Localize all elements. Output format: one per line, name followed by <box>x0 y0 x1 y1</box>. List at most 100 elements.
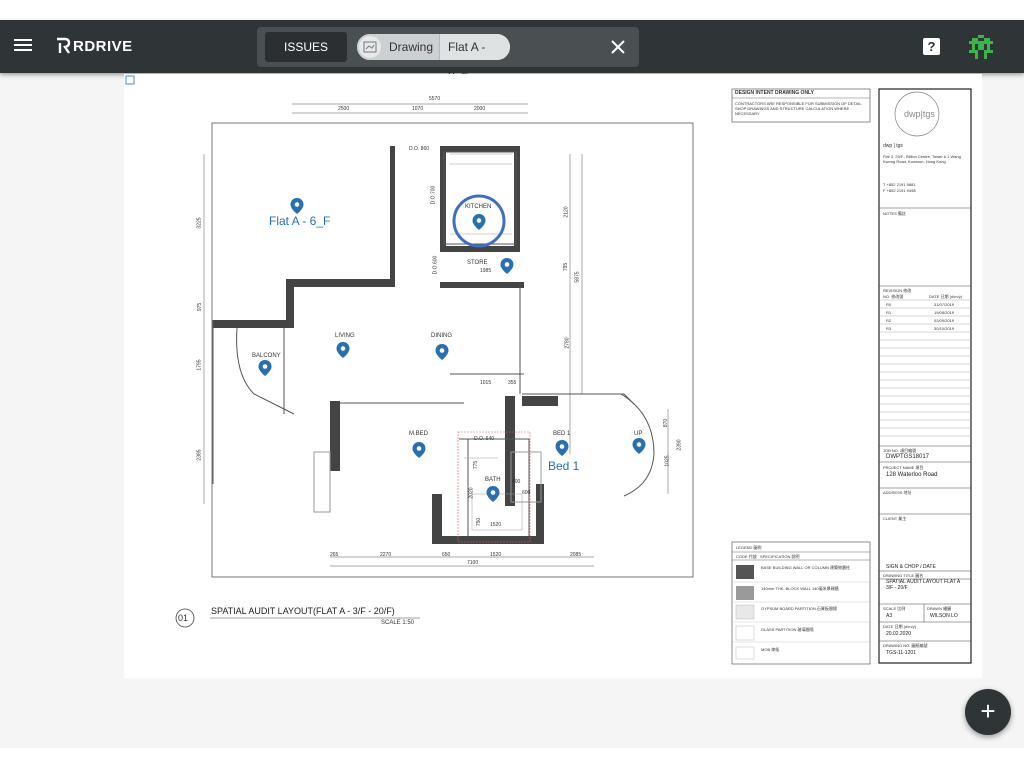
issue-pin-icon[interactable] <box>500 258 514 274</box>
issue-pin-icon[interactable] <box>486 486 500 502</box>
dim-label: 600 <box>512 479 521 485</box>
revision-col-date: DATE 日期 (d/m/y) <box>929 294 963 299</box>
dim-label: 2390 <box>676 439 683 451</box>
dim-label: 265 <box>330 552 339 558</box>
dim-label: 1520 <box>490 552 502 558</box>
note-body: CONTRACTORS ARE RESPONSIBLE FOR SUBMISSI… <box>735 101 862 116</box>
status-strip <box>0 0 1024 20</box>
app-logo-text: RDRIVE <box>73 37 133 55</box>
app-root: RDRIVE ISSUES Drawing Flat A - 6_F ? Fla… <box>0 0 1024 768</box>
room-label-bed1: BED 1 <box>553 431 571 437</box>
chip-label: Drawing <box>389 40 434 54</box>
dim-label: 2085 <box>570 552 582 558</box>
help-icon[interactable]: ? <box>923 38 940 55</box>
legend-col-spec: SPECIFICATION 說明 <box>760 554 800 559</box>
room-label-store: STORE <box>467 260 488 266</box>
dim-label: 355 <box>508 380 517 386</box>
issue-pin-icon[interactable] <box>258 360 272 376</box>
revision-col-no: NO. 修改號 <box>883 294 904 299</box>
drawn-label: DRAWN 繪圖 <box>927 606 952 611</box>
room-label-bath: BATH <box>485 477 501 483</box>
caption-title: SPATIAL AUDIT LAYOUT(FLAT A - 3/F - 20/F… <box>211 606 395 616</box>
drawing-sheet[interactable]: Flat A - 6_F Bed 1 KITCHEN STORE LIVING … <box>124 74 982 678</box>
project-name: 128 Waterloo Road <box>886 472 938 478</box>
revision-no: R3 <box>886 326 892 331</box>
scale-label: SCALE 比例 <box>883 606 906 611</box>
dim-label: 1070 <box>412 106 424 112</box>
revision-no: R0 <box>886 302 892 307</box>
dim-label: 975 <box>197 302 204 312</box>
dim-label: 795 <box>563 262 570 272</box>
issue-pin-icon[interactable] <box>632 438 646 454</box>
drawn-value: WILSON LO <box>930 613 958 619</box>
room-label-dining: DINING <box>431 333 452 339</box>
dim-label: 7100 <box>467 560 479 566</box>
zone-label-bed1: Bed 1 <box>548 459 580 473</box>
add-issue-button[interactable]: + <box>965 689 1011 735</box>
dim-label: 600 <box>522 490 531 496</box>
address-label: ADDRESS 地址 <box>883 490 912 495</box>
room-label-living: LIVING <box>335 333 355 339</box>
company-logo: dwp|tgs <box>904 109 935 119</box>
drawing-filter-chip[interactable]: Drawing Flat A - 6_F <box>357 34 510 80</box>
revision-date: 31/07/2019 <box>934 302 955 307</box>
top-app-bar: RDRIVE ISSUES Drawing Flat A - 6_F ? <box>0 20 1024 80</box>
issue-pin-icon[interactable] <box>472 214 486 230</box>
dim-label: 2780 <box>564 337 571 349</box>
legend-col-code: CODE 代號 <box>736 554 757 559</box>
dim-label: 2500 <box>338 106 350 112</box>
project-label: PROJECT NAME 項目 <box>883 465 924 470</box>
note-title: DESIGN INTENT DRAWING ONLY <box>735 90 814 96</box>
company-fax: F +852 2191 9498 <box>883 188 916 193</box>
user-avatar[interactable] <box>966 32 996 62</box>
issue-pin-icon[interactable] <box>290 198 304 214</box>
company-address: Flat 3, 29/F., Billion Centre, Tower A 1… <box>883 154 961 164</box>
caption-scale: SCALE 1:50 <box>381 620 415 626</box>
dim-label: 2270 <box>380 552 392 558</box>
job-no-label: JOB NO. 項目編號 <box>883 448 917 453</box>
menu-icon[interactable] <box>12 36 34 56</box>
issues-button[interactable]: ISSUES <box>265 32 347 62</box>
room-label-mbed: M.BED <box>409 431 429 437</box>
date-label: DATE 日期 (d/m/y) <box>883 624 917 629</box>
issue-pin-icon[interactable] <box>555 440 569 456</box>
legend-item: 140mm THK. BLOCK WALL 140毫米厚磚牆 <box>761 586 839 591</box>
revision-no: R2 <box>886 318 892 323</box>
issue-pin-icon[interactable] <box>435 344 449 360</box>
dim-label: D.O.600 <box>432 255 439 275</box>
dim-label: 1985 <box>480 268 492 274</box>
room-label-kitchen: KITCHEN <box>465 204 492 210</box>
dim-label: 2020 <box>468 487 475 499</box>
legend-item: GYPSUM BOARD PARTITION 石膏板間隔 <box>761 606 837 611</box>
issue-pin-icon[interactable] <box>336 342 350 358</box>
revision-no: R1 <box>886 310 892 315</box>
revision-date: 02/09/2019 <box>934 318 955 323</box>
dim-label: 2120 <box>563 206 570 218</box>
sign-label: SIGN & CHOP / DATE <box>886 564 936 570</box>
context-bar: ISSUES Drawing Flat A - 6_F <box>257 27 639 80</box>
date-value: 20.02.2020 <box>886 631 912 637</box>
chip-value: Flat A - 6_F <box>440 34 510 80</box>
caption-number: 01 <box>178 613 189 623</box>
dim-label: 2000 <box>474 106 486 112</box>
close-icon[interactable] <box>609 38 627 56</box>
legend-title: LEGEND 圖例 <box>736 545 762 550</box>
dim-label: 1015 <box>480 380 492 386</box>
dim-label: 1025 <box>664 455 671 467</box>
legend-item: BASE BUILDING WALL OR COLUMN 建築物牆柱 <box>761 565 851 570</box>
dim-label: 5875 <box>574 271 581 283</box>
notes-label: NOTES 備註 <box>883 211 906 216</box>
dim-label: 650 <box>442 552 451 558</box>
zone-label-flat: Flat A - 6_F <box>269 214 331 228</box>
legend-item: GLASS PARTITION 玻璃間隔 <box>761 627 814 632</box>
dim-label: D.O. 640 <box>474 436 495 442</box>
dim-label: 775 <box>473 460 480 470</box>
revision-date: 19/08/2019 <box>934 310 955 315</box>
bottom-strip <box>0 748 1024 768</box>
dim-label: 5570 <box>429 96 441 102</box>
issue-pin-icon[interactable] <box>412 442 426 458</box>
drawing-no: TGS-11-1201 <box>886 650 916 656</box>
client-label: CLIENT 業主 <box>883 516 907 521</box>
app-logo: RDRIVE <box>55 35 133 57</box>
room-label-up: UP <box>634 431 643 437</box>
